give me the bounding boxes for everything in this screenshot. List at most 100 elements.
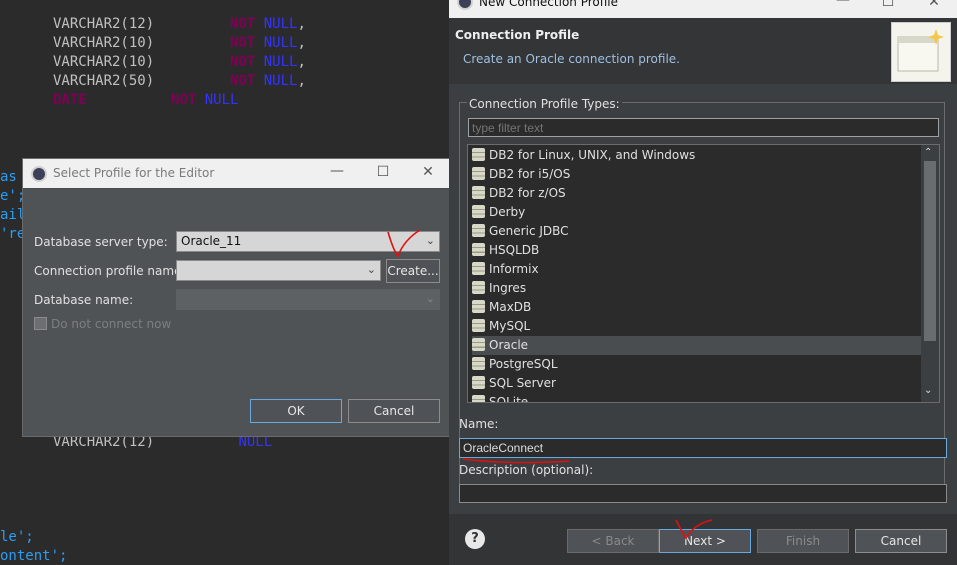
code-line: VARCHAR2(50) NOT NULL, [53,73,306,89]
scroll-up-icon[interactable]: ⌃ [924,147,932,158]
list-item-label: Oracle [489,338,529,352]
window-title: New Connection Profile [479,0,619,9]
list-item-selected[interactable]: Oracle [472,336,921,355]
database-icon [472,357,485,370]
description-input[interactable] [459,484,947,503]
server-type-value: Oracle_11 [181,234,242,248]
database-icon [472,167,485,180]
list-item-label: DB2 for Linux, UNIX, and Windows [489,148,696,162]
wizard-banner: Connection Profile Create an Oracle conn… [449,18,957,84]
description-label: Description (optional): [459,463,594,477]
list-item[interactable]: Derby [472,203,921,222]
minimize-icon[interactable]: — [833,0,853,8]
list-item[interactable]: SQLite [472,393,921,403]
close-icon[interactable]: ✕ [418,164,438,180]
create-button[interactable]: Create... [386,259,440,283]
do-not-connect-label: Do not connect now [51,317,172,331]
dialog-body: Database server type: Oracle_11 ⌄ Connec… [23,189,449,436]
code-line: DATE NOT NULL [53,92,239,108]
wizard-footer: ? < Back Next > Finish Cancel [449,514,957,565]
database-icon [472,243,485,256]
window-titlebar[interactable]: New Connection Profile — ☐ ✕ [449,0,957,18]
conn-profile-label: Connection profile name: [34,264,186,278]
database-icon [472,262,485,275]
database-icon [472,281,485,294]
name-input[interactable] [459,438,947,458]
code-line: VARCHAR2(10) NOT NULL, [53,54,306,70]
cancel-button[interactable]: Cancel [855,529,947,553]
database-icon [472,395,485,402]
chevron-down-icon: ⌄ [425,292,435,305]
server-type-label: Database server type: [34,235,168,249]
list-item[interactable]: DB2 for i5/OS [472,165,921,184]
chevron-down-icon: ⌄ [366,263,376,276]
list-item-label: DB2 for i5/OS [489,167,571,181]
minimize-icon[interactable]: — [327,163,347,179]
code-fragment: ontent'; [0,548,68,564]
code-line: VARCHAR2(10) NOT NULL, [53,35,306,51]
server-type-select[interactable]: Oracle_11 ⌄ [176,231,440,252]
database-icon [472,338,485,351]
wizard-content: Connection Profile Types: DB2 for Linux,… [449,84,957,514]
list-item-label: Ingres [489,281,527,295]
code-fragment: as [0,169,17,185]
profile-types-label: Connection Profile Types: [467,97,622,111]
list-item[interactable]: Informix [472,260,921,279]
ok-button[interactable]: OK [250,399,342,423]
database-icon [472,186,485,199]
new-connection-profile-window: New Connection Profile — ☐ ✕ Connection … [449,0,957,565]
maximize-icon[interactable]: ☐ [878,0,898,10]
banner-heading: Connection Profile [455,28,580,42]
conn-profile-select[interactable]: ⌄ [176,260,381,281]
list-item-label: HSQLDB [489,243,540,257]
banner-description: Create an Oracle connection profile. [463,52,680,66]
filter-input[interactable] [468,118,939,137]
list-item-label: MaxDB [489,300,532,314]
list-item[interactable]: Ingres [472,279,921,298]
db-name-select[interactable]: ⌄ [176,289,440,310]
list-item[interactable]: DB2 for Linux, UNIX, and Windows [472,146,921,165]
list-item-label: SQL Server [489,376,556,390]
list-item[interactable]: SQL Server [472,374,921,393]
next-button[interactable]: Next > [659,529,751,553]
chevron-down-icon: ⌄ [425,234,435,247]
do-not-connect-checkbox[interactable] [34,317,47,330]
close-icon[interactable]: ✕ [924,0,944,10]
list-item[interactable]: DB2 for z/OS [472,184,921,203]
db-name-label: Database name: [34,293,134,307]
cancel-button[interactable]: Cancel [348,399,440,423]
list-item[interactable]: HSQLDB [472,241,921,260]
scrollbar-thumb[interactable] [924,161,936,341]
list-item-label: DB2 for z/OS [489,186,566,200]
select-profile-dialog: Select Profile for the Editor — ☐ ✕ Data… [22,158,450,437]
dialog-titlebar[interactable]: Select Profile for the Editor — ☐ ✕ [23,159,449,188]
list-item-label: Generic JDBC [489,224,569,238]
eclipse-app-icon [31,166,47,182]
database-icon [472,224,485,237]
list-item[interactable]: MySQL [472,317,921,336]
list-item-label: PostgreSQL [489,357,558,371]
database-icon [472,148,485,161]
list-item-label: MySQL [489,319,531,333]
code-line: VARCHAR2(12) NOT NULL, [53,16,306,32]
list-item[interactable]: PostgreSQL [472,355,921,374]
database-icon [472,300,485,313]
list-item[interactable]: Generic JDBC [472,222,921,241]
scroll-down-icon[interactable]: ⌄ [924,385,932,396]
list-item-label: SQLite [489,395,529,403]
profile-types-list[interactable]: DB2 for Linux, UNIX, and Windows DB2 for… [467,144,940,403]
name-label: Name: [459,417,499,431]
back-button[interactable]: < Back [567,529,659,553]
wizard-banner-icon [891,22,951,82]
list-item[interactable]: MaxDB [472,298,921,317]
maximize-icon[interactable]: ☐ [373,164,393,180]
list-item-label: Derby [489,205,526,219]
list-scrollbar[interactable]: ⌃ ⌄ [921,145,939,402]
finish-button[interactable]: Finish [757,529,849,553]
code-fragment: le'; [0,529,34,545]
help-icon[interactable]: ? [465,529,485,549]
list-item-label: Informix [489,262,539,276]
database-icon [472,319,485,332]
eclipse-app-icon [457,0,473,10]
database-icon [472,376,485,389]
